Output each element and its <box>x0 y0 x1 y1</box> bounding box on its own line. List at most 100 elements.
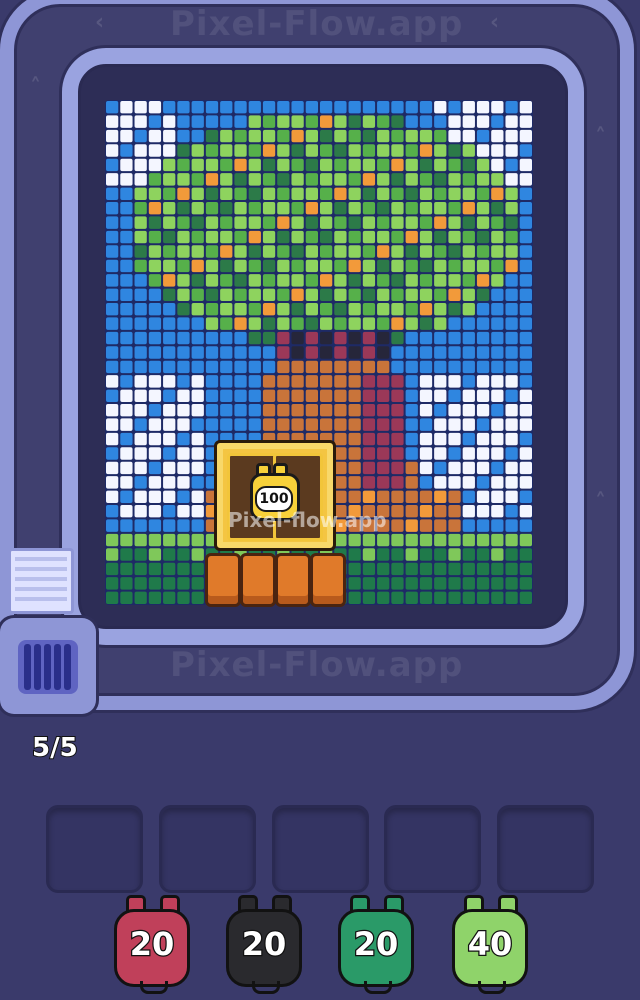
pixel-cell <box>505 288 518 301</box>
pixel-cell <box>448 591 461 604</box>
waiting-slot[interactable] <box>497 805 594 893</box>
pixel-cell <box>391 389 404 402</box>
pixel-cell <box>134 173 147 186</box>
pixel-cell <box>419 533 433 547</box>
waiting-slot[interactable] <box>46 805 143 893</box>
pixel-cell <box>177 447 190 460</box>
pixel-cell <box>348 158 361 172</box>
pixel-cell <box>476 115 490 128</box>
pixel-cell <box>348 101 361 114</box>
pixel-cell <box>419 245 433 258</box>
pixel-cell <box>305 317 318 330</box>
shooter-launcher[interactable] <box>0 618 96 714</box>
pixel-cell <box>191 562 204 576</box>
pixel-cell <box>148 202 162 215</box>
waiting-slot[interactable] <box>271 805 369 893</box>
pixel-cell <box>248 375 261 388</box>
pixel-cell <box>148 476 162 489</box>
pixel-cell <box>148 129 162 143</box>
pixel-cell <box>205 331 219 345</box>
pixel-cell <box>391 548 404 561</box>
waiting-slot[interactable] <box>384 805 482 893</box>
pixel-cell <box>291 303 304 316</box>
pixel-cell <box>106 129 119 143</box>
shooter-pig-green[interactable]: 20 <box>338 895 414 994</box>
pixel-cell <box>362 187 376 200</box>
pixel-cell <box>348 389 361 402</box>
pixel-cell <box>476 303 490 316</box>
pixel-cell <box>377 418 390 431</box>
waiting-slot[interactable] <box>158 805 256 893</box>
pixel-cell <box>148 288 162 301</box>
pixel-cell <box>148 245 162 258</box>
pixel-cell <box>505 418 518 431</box>
pixel-cell <box>291 346 304 359</box>
pixel-cell <box>320 216 333 229</box>
pixel-cell <box>491 216 504 229</box>
shooter-pig-red[interactable]: 20 <box>114 895 190 994</box>
pixel-cell <box>277 331 290 345</box>
pixel-cell <box>448 173 461 186</box>
pixel-cell <box>163 360 176 374</box>
pixel-cell <box>234 317 247 330</box>
pixel-cell <box>391 418 404 431</box>
pixel-cell <box>434 230 447 244</box>
pixel-cell <box>362 432 376 446</box>
pixel-cell <box>191 245 204 258</box>
pixel-cell <box>448 375 461 388</box>
pixel-cell <box>476 505 490 518</box>
pixel-cell <box>191 389 204 402</box>
pixel-cell <box>391 288 404 301</box>
pixel-cell <box>362 418 376 431</box>
pixel-cell <box>419 158 433 172</box>
pixel-cell <box>476 216 490 229</box>
pixel-cell <box>391 432 404 446</box>
pixel-cell <box>519 519 532 532</box>
shooter-pig-lightgreen[interactable]: 40 <box>452 895 528 994</box>
crate <box>275 553 311 607</box>
pixel-cell <box>320 418 333 431</box>
pixel-cell <box>191 404 204 417</box>
pixel-cell <box>348 144 361 157</box>
pixel-cell <box>419 418 433 431</box>
pixel-cell <box>377 375 390 388</box>
pixel-cell <box>391 259 404 273</box>
pixel-cell <box>519 158 532 172</box>
pixel-cell <box>234 346 247 359</box>
shooter-ammo: 20 <box>240 924 287 965</box>
pixel-cell <box>491 389 504 402</box>
pixel-cell <box>476 259 490 273</box>
pixel-cell <box>505 548 518 561</box>
pixel-cell <box>391 519 404 532</box>
pixel-cell <box>148 375 162 388</box>
pixel-cell <box>419 505 433 518</box>
pixel-cell <box>362 360 376 374</box>
pixel-cell <box>177 274 190 287</box>
shooter-pig-black[interactable]: 20 <box>226 895 302 994</box>
pixel-cell <box>106 346 119 359</box>
pixel-cell <box>362 533 376 547</box>
reward-chest[interactable]: 100 <box>214 440 336 551</box>
pixel-cell <box>519 447 532 460</box>
pixel-cell <box>505 187 518 200</box>
pixel-cell <box>191 187 204 200</box>
pixel-cell <box>234 360 247 374</box>
pixel-cell <box>163 591 176 604</box>
pixel-cell <box>505 158 518 172</box>
pixel-cell <box>320 346 333 359</box>
pixel-cell <box>405 389 418 402</box>
pixel-cell <box>106 447 119 460</box>
pixel-cell <box>177 317 190 330</box>
pixel-cell <box>120 303 133 316</box>
pixel-cell <box>362 216 376 229</box>
pixel-cell <box>177 533 190 547</box>
pixel-cell <box>106 158 119 172</box>
pixel-cell <box>448 259 461 273</box>
pixel-cell <box>248 389 261 402</box>
pixel-cell <box>348 591 361 604</box>
pixel-cell <box>120 577 133 590</box>
pixel-cell <box>148 577 162 590</box>
pixel-cell <box>519 331 532 345</box>
pixel-cell <box>334 144 347 157</box>
watermark-top: Pixel-Flow.app <box>170 4 464 44</box>
